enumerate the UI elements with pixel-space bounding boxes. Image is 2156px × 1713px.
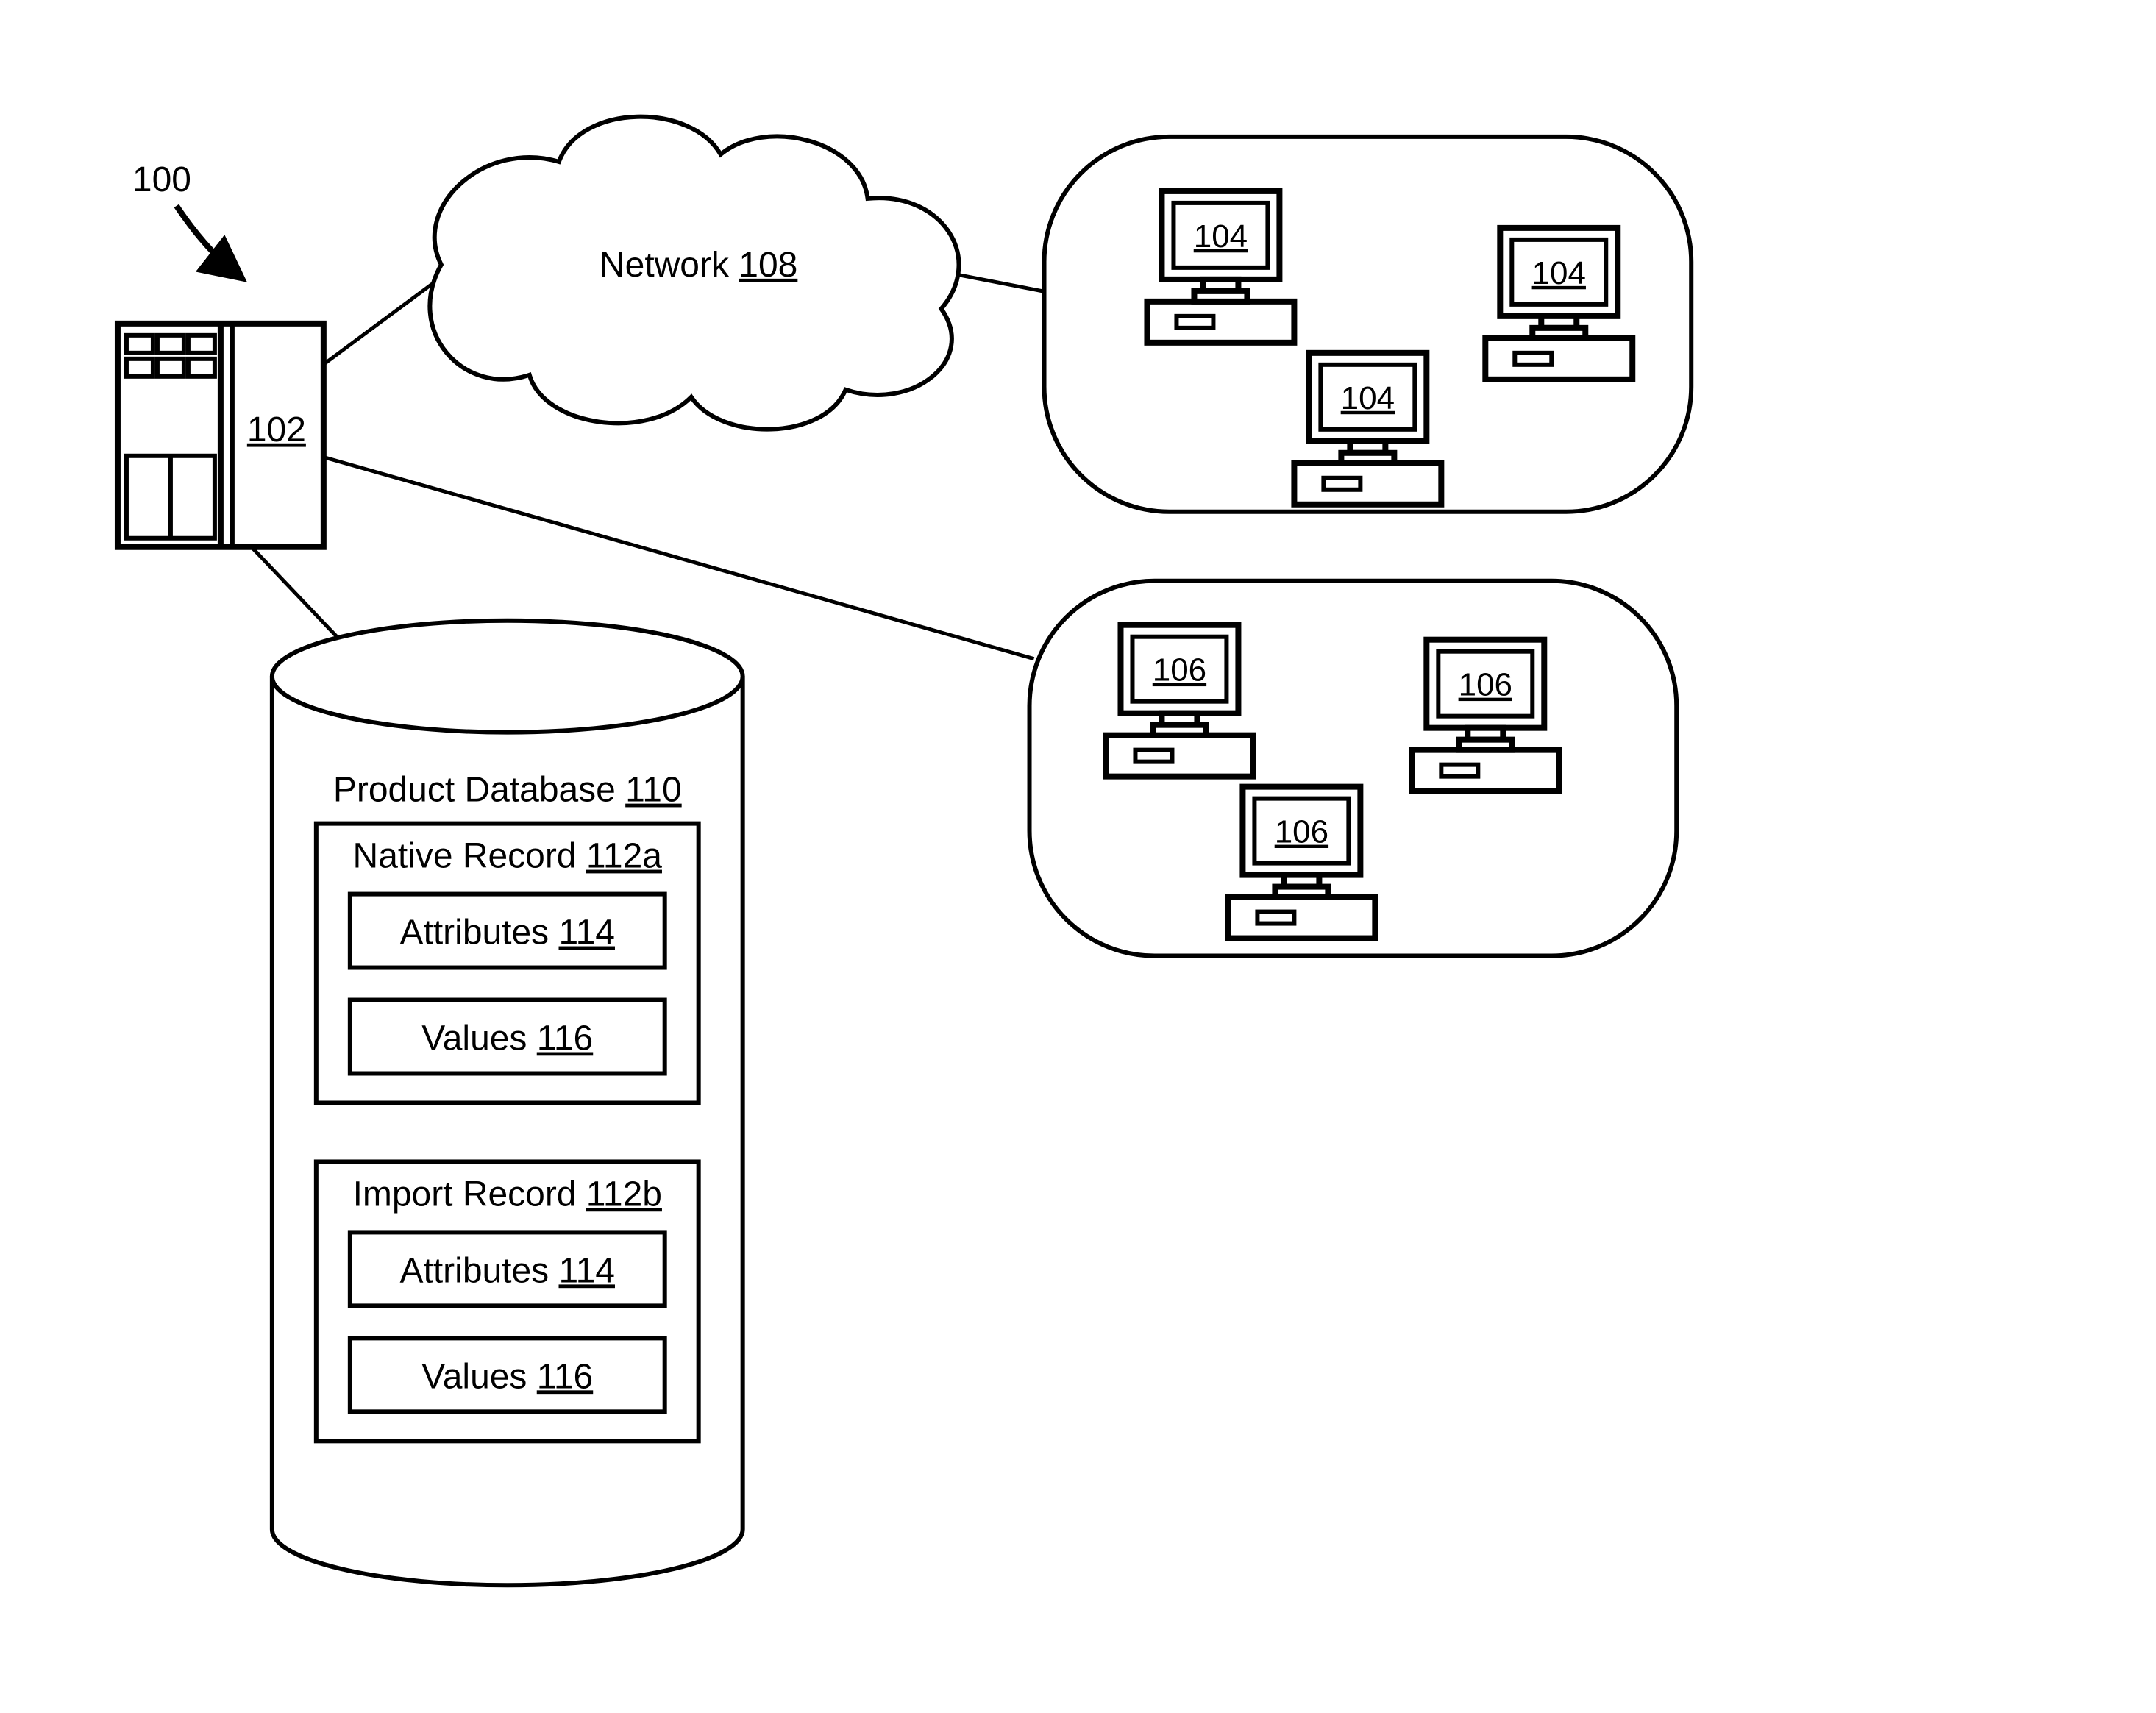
network-label: Network bbox=[600, 246, 730, 285]
svg-text:Attributes 1: Attributes 114 bbox=[400, 914, 615, 952]
svg-text:106: 106 bbox=[1153, 652, 1206, 688]
database-cylinder: Product Database 110 Native Record 112a … bbox=[272, 621, 743, 1586]
svg-text:Values 116: Values 116 bbox=[421, 1019, 593, 1058]
record-native: Native Record 112a Attributes 114 Values… bbox=[316, 824, 699, 1103]
terminal-106-c: 106 bbox=[1228, 787, 1375, 939]
svg-text:104: 104 bbox=[1532, 255, 1586, 291]
svg-text:Values 116: Values 116 bbox=[421, 1357, 593, 1396]
network-cloud: Network 108 bbox=[430, 117, 958, 430]
svg-text:104: 104 bbox=[1341, 380, 1395, 416]
client-group-bottom: 106 106 106 bbox=[1030, 581, 1677, 956]
network-ref: 108 bbox=[739, 246, 797, 285]
svg-text:Native Record: Native Record 112a bbox=[353, 837, 663, 876]
terminal-104-b: 104 bbox=[1485, 228, 1632, 380]
terminal-104-c: 104 bbox=[1294, 353, 1441, 505]
terminal-106-b: 106 bbox=[1412, 640, 1559, 791]
diagram: 100 102 Network 108 104 bbox=[0, 0, 2156, 1712]
svg-text:Attributes 1: Attributes 114 bbox=[400, 1251, 615, 1290]
record-import: Import Record 112b Attributes 114 Values… bbox=[316, 1161, 699, 1441]
svg-text:106: 106 bbox=[1459, 667, 1512, 703]
svg-text:104: 104 bbox=[1194, 218, 1248, 254]
db-title: Product Database bbox=[333, 771, 616, 810]
svg-text:100: 100 bbox=[132, 160, 191, 199]
figure-ref: 100 bbox=[132, 160, 240, 277]
server-ref: 102 bbox=[247, 410, 306, 449]
terminal-106-a: 106 bbox=[1106, 625, 1253, 777]
svg-text:Network 108: Network 108 bbox=[600, 246, 797, 285]
svg-text:Product Database: Product Database 110 bbox=[333, 771, 682, 810]
svg-text:106: 106 bbox=[1275, 814, 1328, 850]
db-ref: 110 bbox=[625, 771, 681, 810]
terminal-104-a: 104 bbox=[1147, 191, 1294, 343]
svg-text:Import Record: Import Record 112b bbox=[353, 1175, 662, 1214]
server-icon: 102 bbox=[118, 324, 324, 547]
client-group-top: 104 104 104 bbox=[1045, 137, 1692, 512]
